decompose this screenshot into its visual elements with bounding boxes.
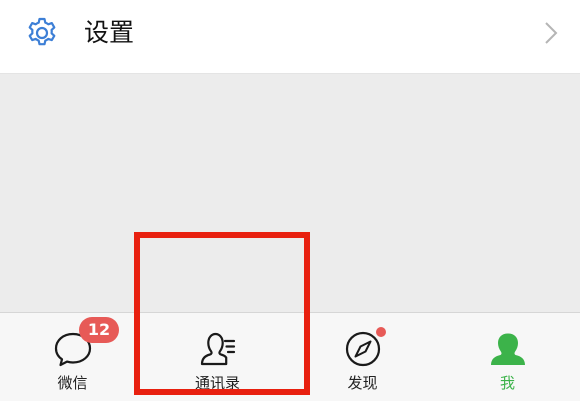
tab-chats[interactable]: 12 微信 — [0, 313, 145, 401]
tab-discover-label: 发现 — [347, 374, 378, 392]
chevron-right-icon — [545, 22, 558, 44]
tab-me-label: 我 — [499, 374, 515, 392]
bottom-tab-bar: 12 微信 通讯录 发现 我 — [0, 312, 580, 401]
tab-contacts[interactable]: 通讯录 — [145, 313, 290, 401]
tab-discover[interactable]: 发现 — [290, 313, 435, 401]
gear-icon — [28, 17, 56, 46]
notification-dot — [376, 327, 386, 337]
contacts-icon — [200, 332, 235, 366]
settings-row[interactable]: 设置 — [0, 0, 580, 74]
tab-chats-label: 微信 — [57, 374, 88, 392]
unread-badge: 12 — [79, 317, 119, 343]
person-icon — [490, 333, 525, 365]
tab-contacts-label: 通讯录 — [194, 374, 240, 392]
settings-label: 设置 — [84, 18, 135, 47]
tab-me[interactable]: 我 — [435, 313, 580, 401]
